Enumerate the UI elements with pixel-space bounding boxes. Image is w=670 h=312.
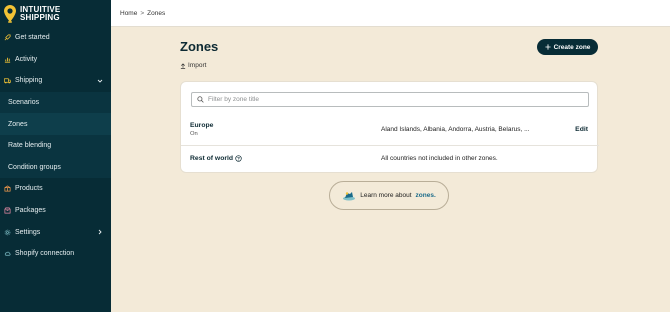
- zone-status: On: [190, 131, 198, 137]
- zone-countries: All countries not included in other zone…: [381, 155, 498, 162]
- zone-countries: Aland Islands, Albania, Andorra, Austria…: [381, 126, 530, 133]
- sidebar-item-label: Shipping: [15, 77, 43, 85]
- search-input[interactable]: [208, 96, 578, 103]
- import-label: Import: [188, 62, 207, 69]
- sidebar-item-label: Scenarios: [8, 99, 40, 107]
- breadcrumb-separator: >: [140, 9, 145, 17]
- gear-icon: [4, 229, 11, 236]
- map-pin-logo-icon: [4, 4, 16, 23]
- rocket-icon: [4, 34, 11, 41]
- sidebar-item-label: Packages: [15, 207, 46, 215]
- breadcrumb-home-link[interactable]: Home: [120, 10, 137, 17]
- sidebar-item-shipping[interactable]: Shipping: [0, 70, 111, 92]
- zone-name: Rest of world: [190, 155, 234, 162]
- sidebar-item-zones[interactable]: Zones: [0, 113, 111, 135]
- sidebar-item-label: Condition groups: [8, 163, 61, 171]
- sidebar-item-label: Products: [15, 185, 43, 193]
- create-zone-label: Create zone: [553, 43, 591, 51]
- help-circle-icon[interactable]: [235, 155, 242, 162]
- zone-name-wrapper: Rest of world: [190, 155, 242, 162]
- learn-more-link[interactable]: zones.: [416, 192, 436, 199]
- sidebar-item-label: Zones: [8, 120, 28, 128]
- sidebar-item-products[interactable]: Products: [0, 178, 111, 200]
- sidebar-item-label: Shopify connection: [15, 250, 75, 258]
- breadcrumb-current: Zones: [147, 9, 166, 17]
- sidebar-item-activity[interactable]: Activity: [0, 49, 111, 71]
- sidebar-item-rate-blending[interactable]: Rate blending: [0, 134, 111, 157]
- sidebar-item-scenarios[interactable]: Scenarios: [0, 91, 111, 114]
- sidebar-item-label: Get started: [15, 34, 50, 42]
- brand-logo[interactable]: INTUITIVE SHIPPING: [0, 0, 111, 27]
- chart-icon: [4, 56, 11, 63]
- zone-row-europe[interactable]: Europe On Aland Islands, Albania, Andorr…: [181, 116, 599, 146]
- sidebar: INTUITIVE SHIPPING Get started Activity …: [0, 0, 111, 312]
- import-button[interactable]: Import: [180, 62, 206, 69]
- package-icon: [4, 207, 11, 214]
- sidebar-item-get-started[interactable]: Get started: [0, 27, 111, 49]
- brand-name: INTUITIVE SHIPPING: [20, 4, 61, 22]
- sidebar-item-packages[interactable]: Packages: [0, 200, 111, 222]
- chevron-right-icon[interactable]: [97, 229, 103, 235]
- page-title: Zones: [180, 39, 219, 54]
- globe-map-icon: [343, 192, 356, 201]
- sidebar-item-settings[interactable]: Settings: [0, 221, 111, 243]
- sidebar-item-condition-groups[interactable]: Condition groups: [0, 156, 111, 179]
- chevron-down-icon[interactable]: [97, 78, 103, 84]
- breadcrumb: Home > Zones: [111, 0, 670, 27]
- sidebar-item-label: Settings: [15, 228, 41, 236]
- search-icon: [197, 96, 204, 103]
- edit-zone-link[interactable]: Edit: [575, 126, 588, 133]
- sidebar-nav: Get started Activity Shipping Scenarios …: [0, 27, 111, 265]
- zone-row-rest-of-world[interactable]: Rest of world All countries not included…: [181, 146, 599, 174]
- learn-more-pill[interactable]: Learn more about zones.: [329, 181, 449, 210]
- create-zone-button[interactable]: Create zone: [537, 39, 598, 55]
- sidebar-item-label: Rate blending: [8, 142, 52, 150]
- gift-icon: [4, 185, 11, 192]
- plus-icon: [544, 44, 551, 50]
- zones-card: Europe On Aland Islands, Albania, Andorr…: [180, 81, 599, 174]
- cloud-link-icon: [4, 250, 11, 257]
- sidebar-item-shopify-connection[interactable]: Shopify connection: [0, 243, 111, 265]
- search-field[interactable]: [191, 92, 589, 107]
- truck-icon: [4, 77, 11, 84]
- upload-icon: [180, 62, 186, 69]
- zone-name: Europe: [190, 122, 214, 129]
- learn-more-text: Learn more about: [360, 192, 412, 199]
- sidebar-item-label: Activity: [15, 55, 38, 63]
